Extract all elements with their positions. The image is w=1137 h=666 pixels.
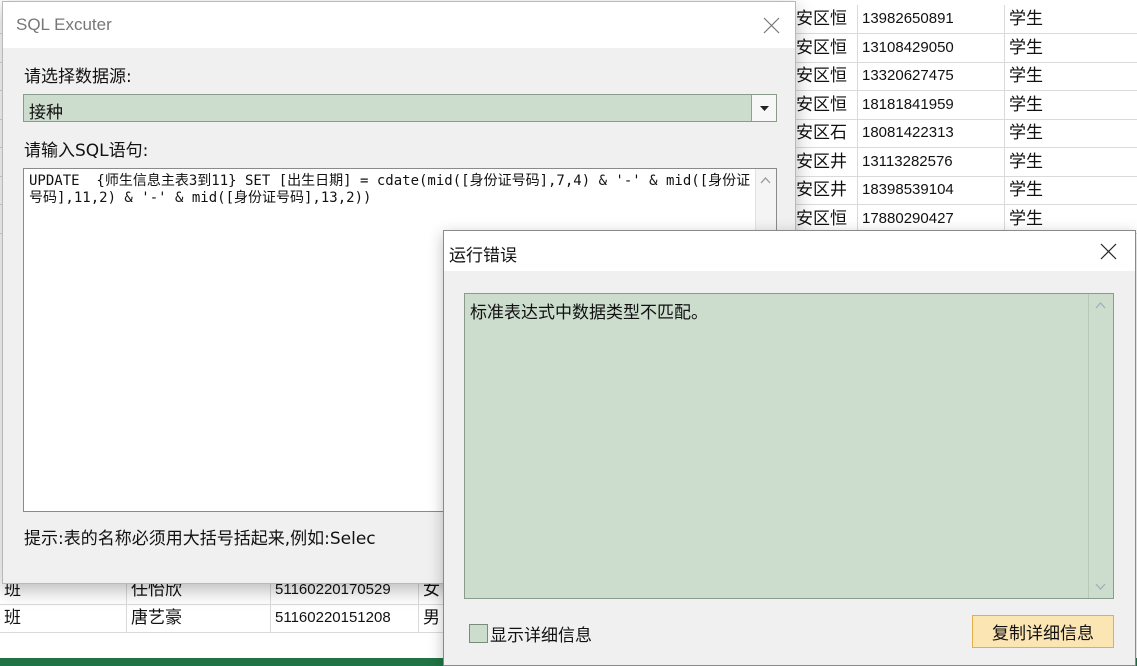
show-details-checkbox[interactable]: 显示详细信息 bbox=[469, 621, 592, 646]
error-dialog-close-button[interactable] bbox=[1088, 231, 1128, 271]
sql-window-titlebar[interactable]: SQL Excuter bbox=[3, 2, 795, 48]
sheet-cell-area[interactable]: 安区恒 bbox=[791, 5, 857, 34]
sheet-cell-area[interactable]: 安区恒 bbox=[791, 62, 857, 91]
sheet-cell-phone[interactable]: 13113282576 bbox=[857, 147, 1004, 177]
data-source-select[interactable]: 接种 bbox=[23, 94, 777, 123]
sheet-cell-area[interactable]: 安区井 bbox=[791, 147, 857, 177]
error-scrollbar[interactable] bbox=[1088, 294, 1113, 598]
data-source-value: 接种 bbox=[29, 103, 63, 123]
sheet-cell-phone[interactable]: 18398539104 bbox=[857, 176, 1004, 205]
scroll-up-icon[interactable] bbox=[1095, 302, 1106, 309]
run-error-dialog: 运行错误 标准表达式中数据类型不匹配。 显示详细信息 复制详细信息 bbox=[443, 230, 1136, 666]
sheet-cell-phone[interactable]: 13320627475 bbox=[857, 62, 1004, 91]
close-icon bbox=[1100, 243, 1116, 259]
sheet-cell-role[interactable]: 学生 bbox=[1004, 147, 1137, 177]
error-dialog-title: 运行错误 bbox=[449, 246, 517, 266]
sheet-cell-sex[interactable]: 男 bbox=[418, 604, 445, 633]
error-dialog-titlebar[interactable]: 运行错误 bbox=[444, 231, 1135, 271]
copy-details-button[interactable]: 复制详细信息 bbox=[972, 615, 1114, 648]
close-icon bbox=[763, 17, 779, 33]
sheet-cell-name[interactable]: 唐艺豪 bbox=[126, 604, 270, 633]
sheet-cell-phone[interactable]: 18081422313 bbox=[857, 119, 1004, 148]
sheet-cell-phone[interactable]: 13108429050 bbox=[857, 33, 1004, 63]
sheet-cell-area[interactable]: 安区石 bbox=[791, 119, 857, 148]
scroll-down-icon[interactable] bbox=[1095, 583, 1106, 590]
sheet-cell-role[interactable]: 学生 bbox=[1004, 5, 1137, 34]
checkbox-box[interactable] bbox=[469, 624, 488, 643]
scroll-up-icon[interactable] bbox=[760, 177, 771, 184]
error-message-box[interactable]: 标准表达式中数据类型不匹配。 bbox=[464, 293, 1114, 599]
sheet-cell-area[interactable]: 安区恒 bbox=[791, 90, 857, 120]
show-details-label: 显示详细信息 bbox=[490, 626, 592, 646]
sql-input-label: 请输入SQL语句: bbox=[24, 141, 149, 161]
sheet-cell-phone[interactable]: 13982650891 bbox=[857, 5, 1004, 34]
sheet-cell-cls[interactable]: 班 bbox=[0, 604, 126, 633]
sheet-cell-role[interactable]: 学生 bbox=[1004, 62, 1137, 91]
sheet-cell-role[interactable]: 学生 bbox=[1004, 176, 1137, 205]
sheet-cell-phone[interactable]: 18181841959 bbox=[857, 90, 1004, 120]
sheet-row: 班唐艺豪 51160220151208 男 bbox=[0, 604, 445, 633]
sheet-cell-id[interactable]: 51160220151208 bbox=[270, 604, 418, 633]
sheet-cell-role[interactable]: 学生 bbox=[1004, 119, 1137, 148]
sheet-cell-role[interactable]: 学生 bbox=[1004, 33, 1137, 63]
chevron-down-icon bbox=[759, 105, 769, 111]
dropdown-arrow-button[interactable] bbox=[751, 95, 776, 121]
sheet-cell-area[interactable]: 安区恒 bbox=[791, 33, 857, 63]
sheet-cell-role[interactable]: 学生 bbox=[1004, 90, 1137, 120]
data-source-label: 请选择数据源: bbox=[24, 67, 132, 87]
sql-window-title: SQL Excuter bbox=[16, 15, 112, 34]
sql-window-close-button[interactable] bbox=[751, 5, 791, 45]
sql-text[interactable]: UPDATE {师生信息主表3到11} SET [出生日期] = cdate(m… bbox=[29, 173, 751, 207]
sheet-cell-area[interactable]: 安区井 bbox=[791, 176, 857, 205]
error-message: 标准表达式中数据类型不匹配。 bbox=[470, 303, 708, 323]
table-name-hint: 提示:表的名称必须用大括号括起来,例如:Selec bbox=[24, 529, 376, 549]
